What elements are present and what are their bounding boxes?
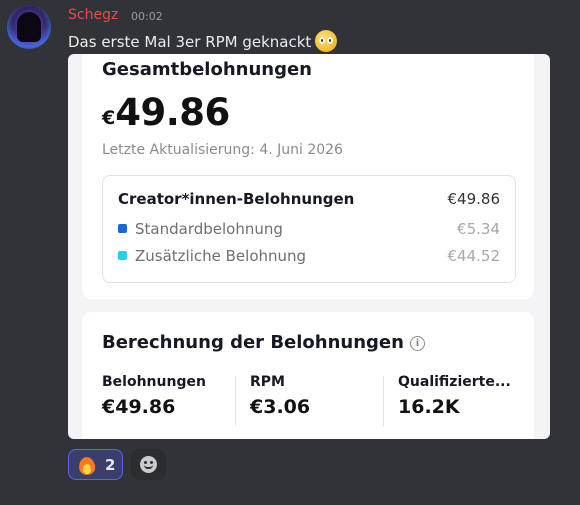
avatar-figure <box>17 12 41 42</box>
info-icon: i <box>409 336 425 351</box>
stat-label: Belohnungen <box>102 374 206 390</box>
message-text: Das erste Mal 3er RPM geknackt <box>68 33 312 51</box>
add-reaction-button[interactable] <box>131 449 166 480</box>
message-timestamp: 00:02 <box>131 10 163 23</box>
user-avatar[interactable] <box>7 5 51 49</box>
stat-divider <box>235 376 236 426</box>
total-rewards-card: Gesamtbelohnungen €49.86 Letzte Aktualis… <box>82 54 534 299</box>
stat-qualified: Qualifizierte... 16.2K <box>398 374 511 418</box>
attached-image[interactable]: Gesamtbelohnungen €49.86 Letzte Aktualis… <box>68 54 550 439</box>
breakdown-row-label: Standardbelohnung <box>135 220 283 238</box>
reaction-count: 2 <box>105 455 116 474</box>
stat-label: RPM <box>250 374 285 390</box>
stat-value: €49.86 <box>102 396 176 418</box>
username[interactable]: Schegz <box>68 7 118 23</box>
stat-label: Qualifizierte... <box>398 374 511 390</box>
stat-value: €3.06 <box>250 396 311 418</box>
currency-symbol: € <box>102 107 116 129</box>
breakdown-row-additional: Zusätzliche Belohnung €44.52 <box>118 247 500 265</box>
rewards-calculation-title-text: Berechnung der Belohnungen <box>102 332 404 353</box>
standard-color-swatch <box>118 224 127 233</box>
chat-message: Schegz 00:02 Das erste Mal 3er RPM gekna… <box>0 0 580 505</box>
amount-value: 49.86 <box>115 91 230 134</box>
breakdown-row-value: €44.52 <box>447 247 501 265</box>
pleading-face-emoji-icon <box>315 30 338 52</box>
fire-icon <box>78 455 96 475</box>
stat-rpm: RPM €3.06 <box>250 374 310 418</box>
rewards-calculation-title: Berechnung der Belohnungen i <box>102 332 425 353</box>
last-updated-text: Letzte Aktualisierung: 4. Juni 2026 <box>102 142 343 158</box>
breakdown-row-label: Zusätzliche Belohnung <box>135 247 307 265</box>
breakdown-row-value: €5.34 <box>457 220 500 238</box>
breakdown-header-value: €49.86 <box>447 190 501 208</box>
rewards-calculation-card: Berechnung der Belohnungen i Belohnungen … <box>82 312 534 439</box>
smile-plus-icon <box>140 456 157 473</box>
stat-divider <box>383 376 384 426</box>
message-content: Das erste Mal 3er RPM geknackt <box>68 30 338 52</box>
breakdown-header-row: Creator*innen-Belohnungen €49.86 <box>118 190 500 208</box>
rewards-breakdown-box: Creator*innen-Belohnungen €49.86 Standar… <box>102 175 516 283</box>
fire-reaction-button[interactable]: 2 <box>68 449 123 480</box>
breakdown-row-standard: Standardbelohnung €5.34 <box>118 220 500 238</box>
total-rewards-amount: €49.86 <box>102 91 230 134</box>
stat-value: 16.2K <box>398 396 460 418</box>
total-rewards-title: Gesamtbelohnungen <box>102 59 312 80</box>
additional-color-swatch <box>118 251 127 260</box>
stat-rewards: Belohnungen €49.86 <box>102 374 206 418</box>
breakdown-header-label: Creator*innen-Belohnungen <box>118 190 355 208</box>
